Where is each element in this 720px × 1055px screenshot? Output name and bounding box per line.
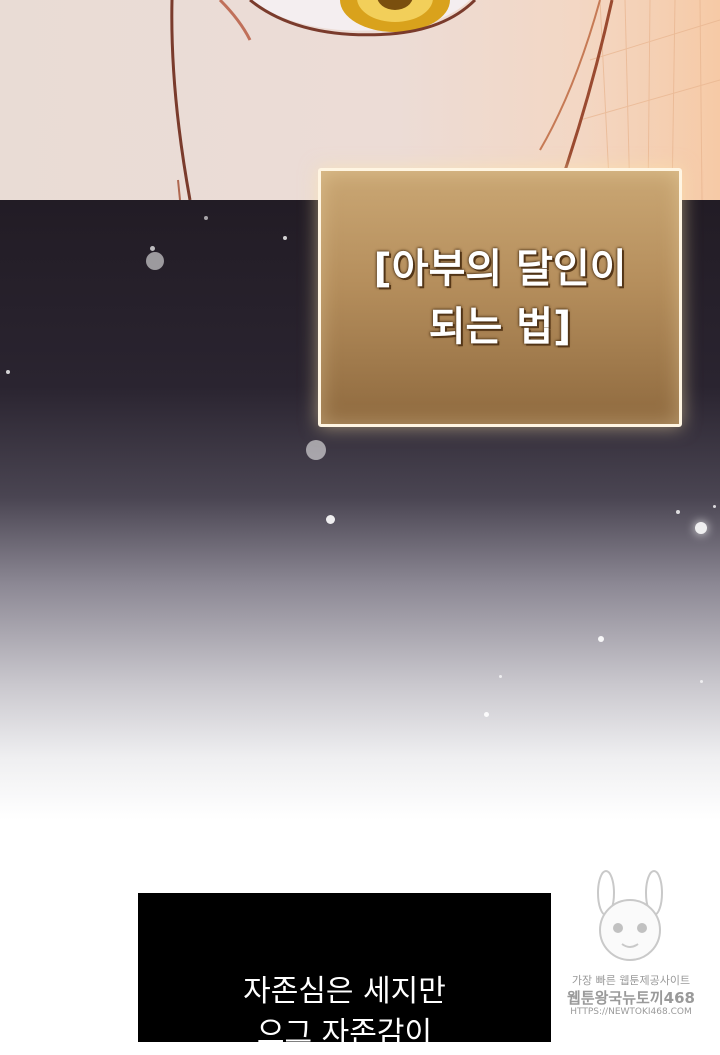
watermark-line-1: 가장 빠른 웹툰제공사이트 bbox=[571, 974, 691, 987]
sparkle bbox=[150, 246, 155, 251]
watermark-line-3: HTTPS://NEWTOKI468.COM bbox=[570, 1007, 692, 1017]
title-box: [아부의 달인이 되는 법] bbox=[318, 168, 682, 427]
sparkle bbox=[695, 522, 707, 534]
watermark-line-2: 웹툰왕국뉴토끼468 bbox=[567, 989, 695, 1007]
mascot-rabbit-icon bbox=[597, 870, 663, 961]
sparkle bbox=[700, 680, 703, 683]
series-title: [아부의 달인이 되는 법] bbox=[373, 245, 627, 350]
sparkle bbox=[283, 236, 287, 240]
sparkle bbox=[713, 505, 716, 508]
sparkle bbox=[6, 370, 10, 374]
sparkle bbox=[326, 515, 335, 524]
sparkle bbox=[598, 636, 604, 642]
sparkle bbox=[484, 712, 489, 717]
narration-text: 자존심은 세지만 으그 자존감이 bbox=[243, 974, 446, 1051]
sparkle bbox=[204, 216, 208, 220]
sparkle bbox=[146, 252, 164, 270]
sparkle bbox=[306, 440, 326, 460]
narration-box: 자존심은 세지만 으그 자존감이 bbox=[138, 893, 551, 1051]
sparkle bbox=[499, 675, 502, 678]
site-watermark: 가장 빠른 웹툰제공사이트 웹툰왕국뉴토끼468 HTTPS://NEWTOKI… bbox=[566, 868, 696, 1028]
sparkle bbox=[676, 510, 680, 514]
